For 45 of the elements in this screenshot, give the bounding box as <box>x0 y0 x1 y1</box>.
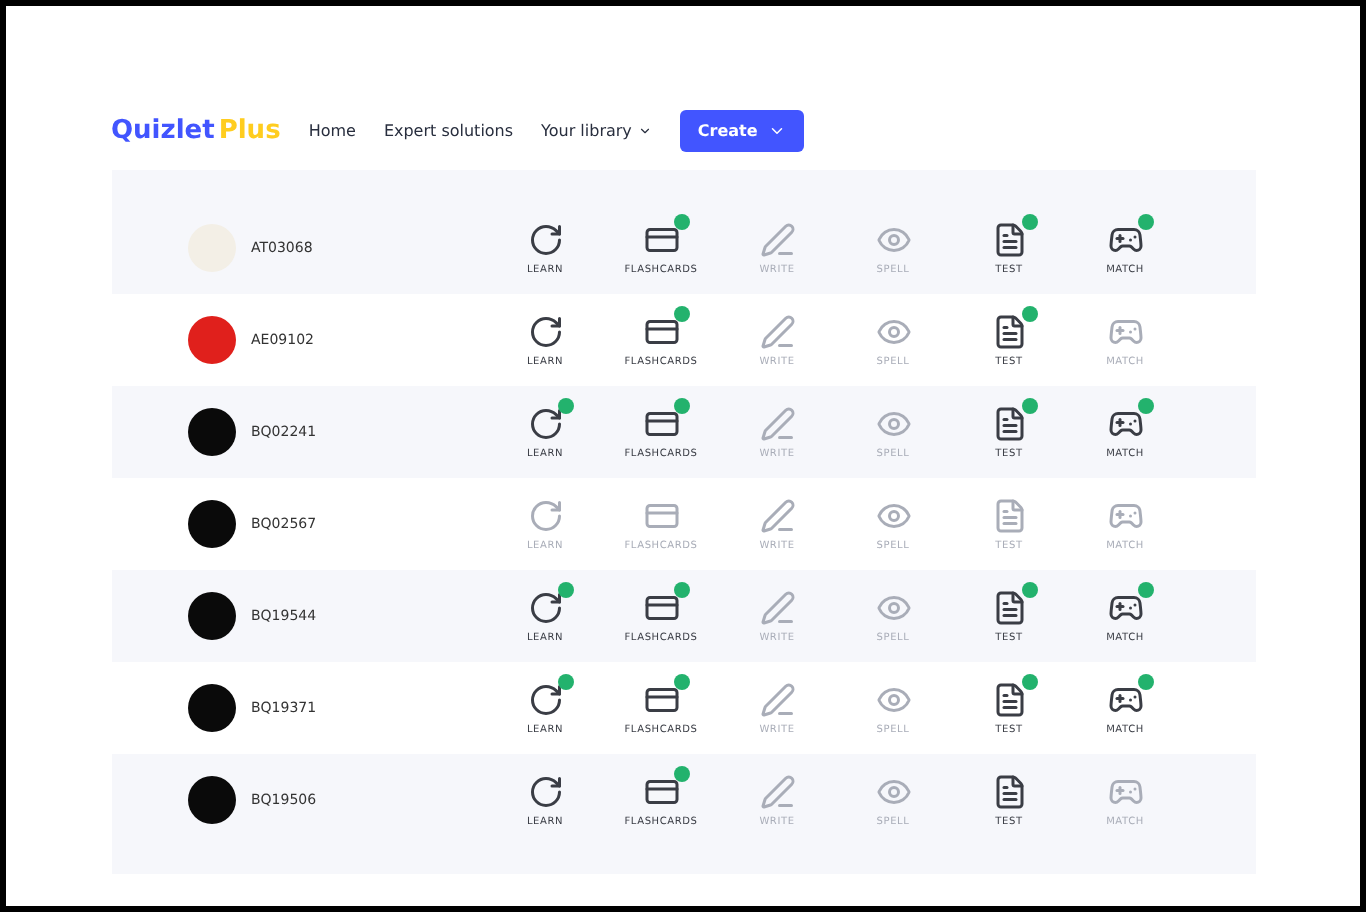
nav-link[interactable]: Home <box>308 121 356 139</box>
pen-icon <box>759 405 795 441</box>
circular-arrow-icon <box>527 773 563 809</box>
pen-icon <box>759 773 795 809</box>
completed-dot <box>1137 397 1153 413</box>
completed-dot <box>673 213 689 229</box>
completed-dot <box>673 581 689 597</box>
completed-dot <box>673 397 689 413</box>
completed-dot <box>673 765 689 781</box>
completed-dot <box>673 305 689 321</box>
document-icon <box>991 681 1027 717</box>
chevron-icon <box>637 123 652 137</box>
completed-dot <box>1021 213 1037 229</box>
document-icon <box>991 589 1027 625</box>
completed-dot <box>557 673 573 689</box>
logo[interactable]: Quizlet Plus <box>111 115 281 145</box>
nav-link[interactable]: Your library <box>541 121 652 139</box>
pen-icon <box>759 497 795 533</box>
pen-icon <box>759 681 795 717</box>
completed-dot <box>557 397 573 413</box>
create-button[interactable]: Create <box>679 109 804 151</box>
completed-dot <box>1021 673 1037 689</box>
completed-dot <box>1021 397 1037 413</box>
completed-dot <box>673 673 689 689</box>
pen-icon <box>759 313 795 349</box>
completed-dot <box>1021 581 1037 597</box>
circular-arrow-icon <box>527 313 563 349</box>
document-icon <box>991 405 1027 441</box>
nav-link[interactable]: Expert solutions <box>383 121 514 139</box>
pen-icon <box>759 221 795 257</box>
document-icon <box>991 497 1027 533</box>
document-icon <box>991 773 1027 809</box>
circular-arrow-icon <box>527 681 563 717</box>
circular-arrow-icon <box>527 497 563 533</box>
document-icon <box>991 313 1027 349</box>
circular-arrow-icon <box>527 221 563 257</box>
completed-dot <box>1137 581 1153 597</box>
pen-icon <box>759 589 795 625</box>
document-icon <box>991 221 1027 257</box>
completed-dot <box>1137 673 1153 689</box>
circular-arrow-icon <box>527 589 563 625</box>
completed-dot <box>557 581 573 597</box>
completed-dot <box>1137 213 1153 229</box>
circular-arrow-icon <box>527 405 563 441</box>
completed-dot <box>1021 305 1037 321</box>
